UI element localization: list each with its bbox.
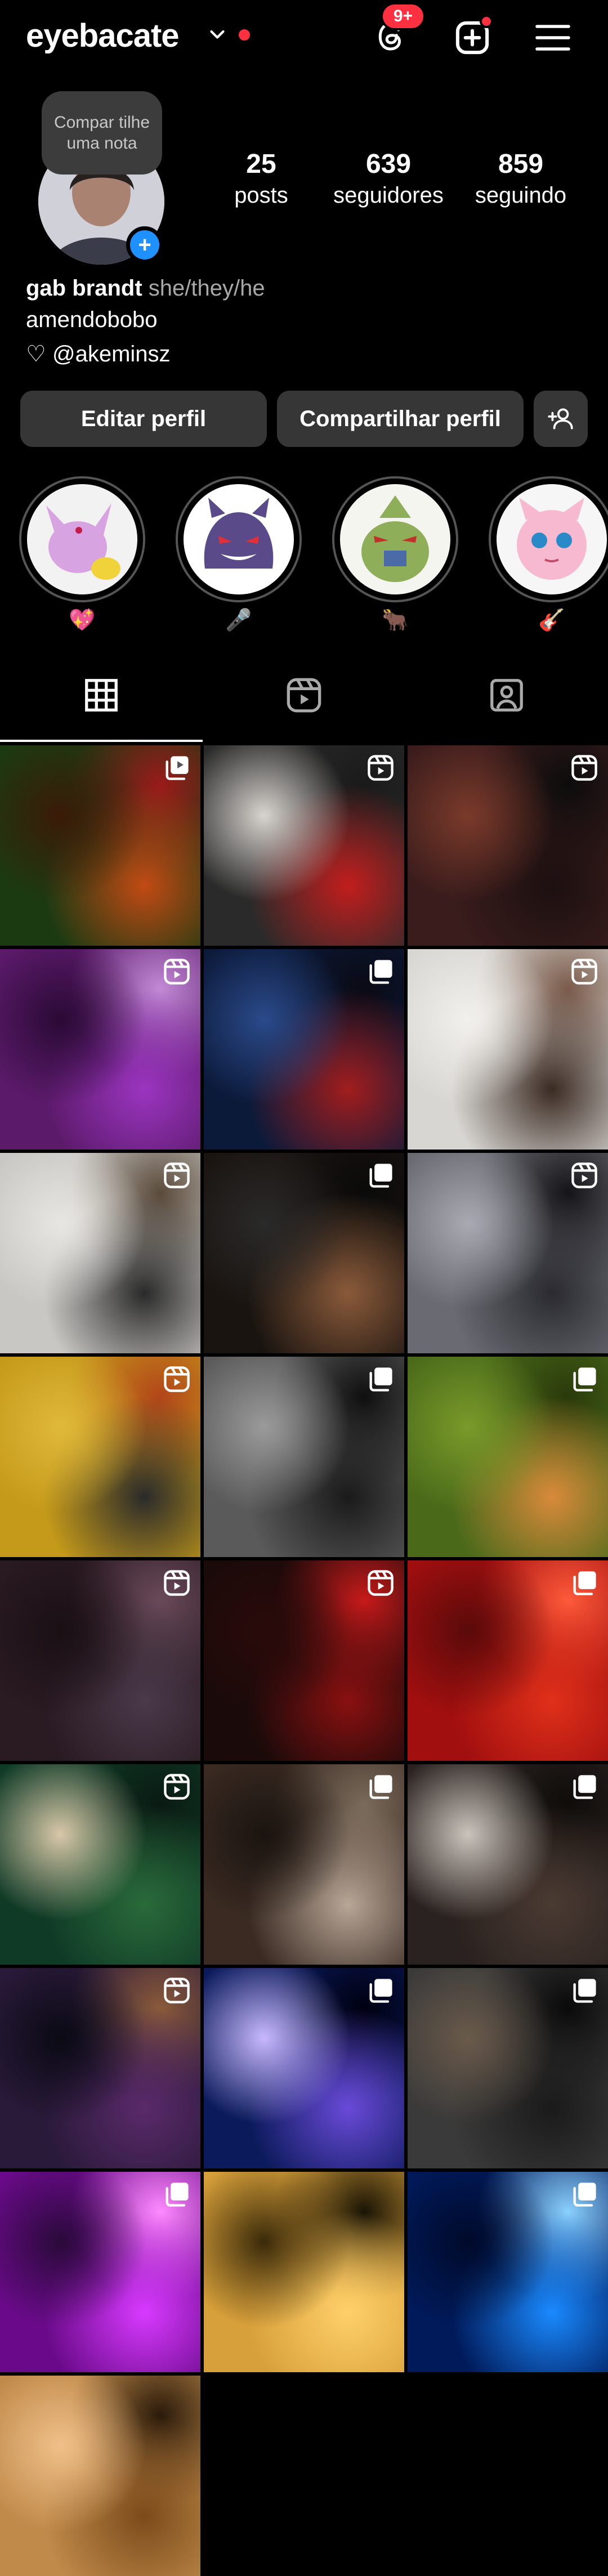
share-profile-button[interactable]: Compartilhar perfil	[277, 391, 524, 447]
notification-badge: 9+	[381, 2, 426, 30]
post-thumbnail[interactable]	[0, 1357, 200, 1557]
active-tab-indicator	[0, 740, 203, 742]
profile-name: gab brandt she/they/he	[26, 276, 265, 301]
post-thumbnail[interactable]	[0, 2376, 200, 2576]
carousel-icon	[570, 1365, 599, 1394]
edit-profile-button[interactable]: Editar perfil	[20, 391, 267, 447]
post-thumbnail[interactable]	[204, 1764, 404, 1965]
post-thumbnail[interactable]	[204, 949, 404, 1150]
tagged-icon[interactable]	[487, 676, 526, 715]
story-highlight[interactable]	[489, 476, 608, 602]
reel-icon	[162, 1161, 191, 1190]
add-story-button[interactable]: +	[126, 226, 163, 263]
top-bar: eyebacate 9+	[0, 0, 608, 73]
post-thumbnail[interactable]	[408, 949, 608, 1150]
stat-following[interactable]: 859 seguindo	[467, 149, 574, 208]
post-thumbnail[interactable]	[0, 2172, 200, 2372]
carousel-icon	[366, 1976, 395, 2005]
reels-icon[interactable]	[284, 676, 324, 715]
reel-icon	[570, 753, 599, 782]
post-thumbnail[interactable]	[0, 949, 200, 1150]
post-thumbnail[interactable]	[0, 745, 200, 946]
highlight-caption: 💖	[69, 609, 96, 632]
highlight-caption: 🎤	[225, 609, 252, 632]
carousel-icon	[366, 1161, 395, 1190]
reel-icon	[570, 1161, 599, 1190]
menu-icon[interactable]	[535, 23, 571, 53]
post-thumbnail[interactable]	[0, 1153, 200, 1353]
stat-posts[interactable]: 25 posts	[232, 149, 290, 208]
reel-icon	[162, 1772, 191, 1801]
highlight-cover-tyranitar	[340, 484, 450, 594]
post-thumbnail[interactable]	[204, 2172, 404, 2372]
stat-number: 639	[365, 149, 412, 179]
stat-followers[interactable]: 639 seguidores	[327, 149, 450, 208]
post-thumbnail[interactable]	[408, 2172, 608, 2372]
carousel-icon	[570, 1772, 599, 1801]
story-highlight[interactable]	[332, 476, 458, 602]
reel-icon	[162, 957, 191, 986]
stat-label: seguindo	[475, 183, 567, 208]
discover-people-button[interactable]	[534, 391, 588, 447]
story-highlight[interactable]	[176, 476, 302, 602]
note-bubble[interactable]: Compar tilhe uma nota	[42, 91, 162, 175]
stat-number: 25	[246, 149, 276, 179]
reel-icon	[162, 1568, 191, 1598]
story-highlight[interactable]	[19, 476, 145, 602]
carousel-icon	[366, 957, 395, 986]
post-thumbnail[interactable]	[0, 1764, 200, 1965]
post-thumbnail[interactable]	[408, 1764, 608, 1965]
chevron-down-icon[interactable]	[207, 25, 227, 45]
reel-icon	[366, 1568, 395, 1598]
highlight-caption: 🎸	[538, 609, 565, 632]
post-thumbnail[interactable]	[0, 1968, 200, 2168]
unread-dot	[239, 29, 250, 41]
post-thumbnail[interactable]	[408, 1357, 608, 1557]
stat-label: posts	[234, 183, 288, 208]
post-thumbnail[interactable]	[204, 1357, 404, 1557]
highlight-cover-espeon	[27, 484, 137, 594]
reel-icon	[366, 753, 395, 782]
grid-icon[interactable]	[82, 676, 121, 715]
post-thumbnail[interactable]	[408, 1968, 608, 2168]
post-thumbnail[interactable]	[204, 745, 404, 946]
display-name: gab brandt	[26, 276, 142, 301]
stat-label: seguidores	[333, 183, 444, 208]
reel-icon	[162, 1365, 191, 1394]
carousel-icon	[570, 1568, 599, 1598]
carousel-icon	[366, 1772, 395, 1801]
reel-icon	[570, 957, 599, 986]
post-thumbnail[interactable]	[408, 1153, 608, 1353]
post-thumbnail[interactable]	[0, 1560, 200, 1761]
post-thumbnail[interactable]	[408, 1560, 608, 1761]
highlight-cover-gengar	[184, 484, 294, 594]
highlight-cover-jigglypuff	[497, 484, 607, 594]
username-switcher[interactable]: eyebacate	[26, 17, 180, 55]
post-thumbnail[interactable]	[204, 1560, 404, 1761]
carousel-icon	[366, 1365, 395, 1394]
bio-text: amendobobo	[26, 307, 158, 332]
stat-number: 859	[498, 149, 544, 179]
post-thumbnail[interactable]	[408, 745, 608, 946]
highlight-caption: 🐂	[382, 609, 409, 632]
pronouns: she/they/he	[148, 276, 265, 301]
carousel-icon	[162, 2180, 191, 2209]
bio-mention-link[interactable]: ♡ @akeminsz	[26, 341, 171, 367]
add-person-icon	[548, 408, 573, 430]
carousel-icon	[570, 2180, 599, 2209]
carousel-reel-icon	[162, 753, 191, 782]
new-post-dot	[480, 15, 493, 28]
reel-icon	[162, 1976, 191, 2005]
post-thumbnail[interactable]	[204, 1153, 404, 1353]
carousel-icon	[570, 1976, 599, 2005]
post-thumbnail[interactable]	[204, 1968, 404, 2168]
